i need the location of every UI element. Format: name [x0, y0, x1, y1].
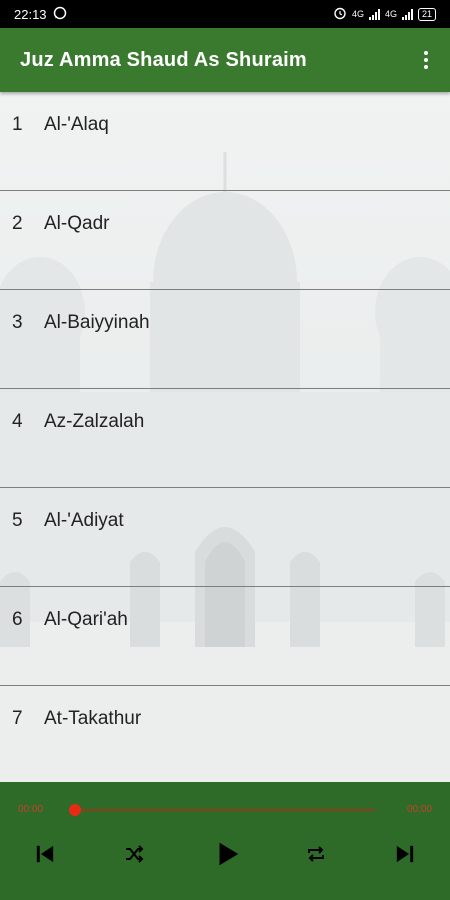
list-item[interactable]: 6 Al-Qari'ah [0, 587, 450, 686]
skip-previous-icon[interactable] [27, 836, 63, 872]
app-bar: Juz Amma Shaud As Shuraim [0, 28, 450, 92]
signal-icon [401, 8, 413, 20]
surah-number: 7 [12, 708, 23, 729]
surah-name: Al-Qadr [44, 213, 110, 234]
current-time: 00:00 [18, 804, 44, 815]
signal-icon [368, 8, 380, 20]
list-item[interactable]: 7 At-Takathur [0, 686, 450, 782]
repeat-icon[interactable] [298, 836, 334, 872]
play-icon[interactable] [209, 836, 245, 872]
seek-thumb[interactable] [69, 804, 81, 816]
network-label: 4G [384, 9, 397, 19]
surah-name: Al-'Alaq [44, 114, 109, 135]
whatsapp-icon [53, 6, 67, 23]
app-title: Juz Amma Shaud As Shuraim [20, 48, 307, 71]
surah-list-area[interactable]: 1 Al-'Alaq 2 Al-Qadr 3 Al-Baiyyinah 4 Az… [0, 92, 450, 782]
player-bar: 00:00 00:00 [0, 782, 450, 900]
surah-number: 1 [12, 114, 23, 135]
shuffle-icon[interactable] [116, 836, 152, 872]
list-item[interactable]: 3 Al-Baiyyinah [0, 290, 450, 389]
surah-number: 6 [12, 609, 23, 630]
status-time: 22:13 [14, 6, 47, 22]
surah-name: Al-Qari'ah [44, 609, 128, 630]
alarm-icon [333, 6, 347, 22]
surah-number: 2 [12, 213, 23, 234]
network-label: 4G [351, 9, 364, 19]
surah-number: 3 [12, 312, 23, 333]
surah-list: 1 Al-'Alaq 2 Al-Qadr 3 Al-Baiyyinah 4 Az… [0, 92, 450, 782]
list-item[interactable]: 1 Al-'Alaq [0, 92, 450, 191]
seek-bar[interactable] [75, 809, 375, 811]
more-vert-icon[interactable] [414, 40, 438, 80]
list-item[interactable]: 4 Az-Zalzalah [0, 389, 450, 488]
surah-name: Az-Zalzalah [44, 411, 145, 432]
total-time: 00:00 [406, 804, 432, 815]
list-item[interactable]: 5 Al-'Adiyat [0, 488, 450, 587]
battery-icon: 21 [417, 7, 436, 21]
surah-name: At-Takathur [44, 708, 142, 729]
skip-next-icon[interactable] [387, 836, 423, 872]
surah-number: 4 [12, 411, 23, 432]
list-item[interactable]: 2 Al-Qadr [0, 191, 450, 290]
surah-name: Al-Baiyyinah [44, 312, 150, 333]
surah-name: Al-'Adiyat [44, 510, 124, 531]
surah-number: 5 [12, 510, 23, 531]
status-bar: 22:13 4G 4G 21 [0, 0, 450, 28]
